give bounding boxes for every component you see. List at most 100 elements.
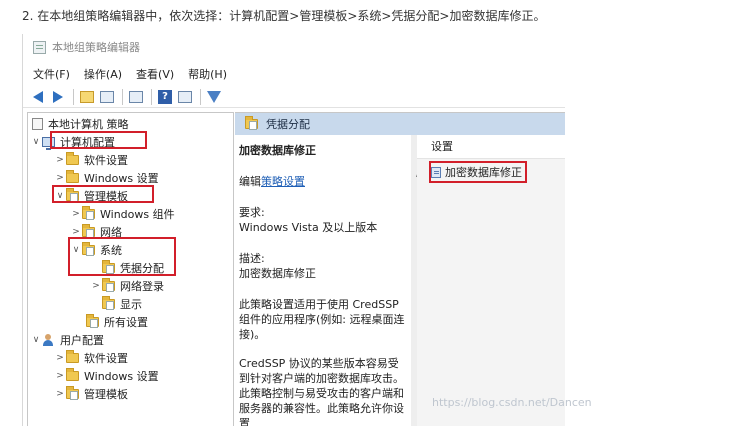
expanded-chevron-icon[interactable]: ∨ (30, 335, 42, 345)
toolbar-separator (151, 88, 152, 105)
expanded-chevron-icon[interactable]: ∨ (70, 245, 82, 255)
back-button[interactable] (29, 88, 47, 106)
filter-button[interactable] (205, 88, 223, 106)
forward-button[interactable] (49, 88, 67, 106)
expanded-chevron-icon[interactable]: ∨ (54, 191, 66, 201)
admin-templates-folder-icon (66, 188, 79, 202)
policy-setting-icon (431, 166, 441, 178)
description-paragraph-1: 此策略设置适用于使用 CredSSP 组件的应用程序(例如: 远程桌面连接)。 (239, 298, 405, 341)
tree-label: 管理模板 (84, 388, 128, 401)
folder-icon (82, 242, 95, 256)
filter-icon (207, 90, 221, 103)
tree-item-user-config[interactable]: ∨ 用户配置 (30, 331, 104, 349)
main-content: 本地计算机 策略 ∨ 计算机配置 > 软件设置 > Windows 设置 ∨ 管… (23, 112, 565, 426)
toolbar-separator (200, 88, 201, 105)
collapsed-chevron-icon[interactable]: > (90, 281, 102, 291)
settings-list: 设置 加密数据库修正 (417, 135, 565, 426)
edit-prefix: 编辑 (239, 175, 261, 188)
folder-icon (102, 260, 115, 274)
tree-item-system[interactable]: ∨ 系统 (70, 241, 122, 259)
requirements-value: Windows Vista 及以上版本 (239, 221, 378, 234)
settings-column-header[interactable]: 设置 (417, 135, 565, 159)
up-folder-button[interactable] (78, 88, 96, 106)
properties-icon (178, 90, 192, 103)
tree-item-windows-settings[interactable]: > Windows 设置 (54, 169, 159, 187)
tree-label: 凭据分配 (120, 262, 164, 275)
tree-label: 所有设置 (104, 316, 148, 329)
collapsed-chevron-icon[interactable]: > (54, 371, 66, 381)
folder-icon (66, 368, 79, 381)
tree-item-network[interactable]: > 网络 (70, 223, 122, 241)
all-settings-icon (86, 314, 99, 328)
menu-view[interactable]: 查看(V) (136, 66, 174, 82)
requirements-label: 要求: (239, 206, 265, 219)
tree-item-display[interactable]: 显示 (90, 295, 142, 313)
detail-pane: 凭据分配 加密数据库修正 编辑策略设置 要求: Windows Vista 及以… (235, 112, 565, 426)
setting-item-label: 加密数据库修正 (445, 166, 522, 179)
show-hide-tree-button[interactable] (98, 88, 116, 106)
export-list-icon (129, 90, 143, 103)
tree-item-windows-components[interactable]: > Windows 组件 (70, 205, 175, 223)
edit-policy-setting-link[interactable]: 策略设置 (261, 175, 305, 188)
toolbar-separator (122, 88, 123, 105)
detail-header: 凭据分配 (235, 113, 565, 135)
menu-action[interactable]: 操作(A) (84, 66, 122, 82)
description-label: 描述: (239, 252, 265, 265)
tree-item-admin-templates[interactable]: ∨ 管理模板 (54, 187, 128, 205)
folder-icon (66, 350, 79, 363)
tree-item-software-settings[interactable]: > 软件设置 (54, 151, 128, 169)
tree-label: 软件设置 (84, 352, 128, 365)
console-tree-icon (100, 90, 114, 103)
policy-document-icon (32, 118, 43, 130)
folder-icon (66, 170, 79, 183)
collapsed-chevron-icon[interactable]: > (70, 209, 82, 219)
tree-item-all-settings[interactable]: 所有设置 (74, 313, 148, 331)
help-button[interactable]: ? (156, 88, 174, 106)
collapsed-chevron-icon[interactable]: > (54, 173, 66, 183)
tree-item-user-admin-templates[interactable]: > 管理模板 (54, 385, 128, 403)
app-icon (33, 40, 46, 54)
tree-label: 用户配置 (60, 334, 104, 347)
forward-arrow-icon (53, 90, 63, 103)
watermark-text: https://blog.csdn.net/Dancen (432, 396, 592, 409)
instruction-text: 2. 在本地组策略编辑器中，依次选择：计算机配置>管理模板>系统>凭据分配>加密… (22, 9, 546, 23)
tree-label: 软件设置 (84, 154, 128, 167)
user-icon (42, 334, 55, 346)
folder-icon (82, 224, 95, 238)
tree-label: 管理模板 (84, 190, 128, 203)
edit-line: 编辑策略设置 (239, 174, 409, 189)
folder-icon (245, 116, 258, 130)
setting-item[interactable]: 加密数据库修正 (431, 163, 522, 181)
collapsed-chevron-icon[interactable]: > (54, 389, 66, 399)
collapsed-chevron-icon[interactable]: > (54, 155, 66, 165)
tree-item-user-windows-settings[interactable]: > Windows 设置 (54, 367, 159, 385)
tree-item-user-software-settings[interactable]: > 软件设置 (54, 349, 128, 367)
folder-icon (66, 386, 79, 400)
toolbar: ? (23, 86, 565, 108)
window-title: 本地组策略编辑器 (52, 41, 140, 54)
title-bar: 本地组策略编辑器 (23, 34, 565, 60)
folder-icon (102, 278, 115, 292)
properties-button[interactable] (176, 88, 194, 106)
tree-label: 显示 (120, 298, 142, 311)
tree-item-root[interactable]: 本地计算机 策略 (32, 115, 129, 133)
tree-item-computer-config[interactable]: ∨ 计算机配置 (30, 133, 115, 151)
back-arrow-icon (33, 90, 43, 103)
help-icon: ? (158, 89, 172, 104)
tree-item-net-logon[interactable]: > 网络登录 (90, 277, 164, 295)
collapsed-chevron-icon[interactable]: > (54, 353, 66, 363)
tree-item-credentials-delegation[interactable]: 凭据分配 (90, 259, 164, 277)
console-tree: 本地计算机 策略 ∨ 计算机配置 > 软件设置 > Windows 设置 ∨ 管… (27, 112, 234, 426)
settings-column-label: 设置 (431, 140, 453, 153)
collapsed-chevron-icon[interactable]: > (70, 227, 82, 237)
detail-header-title: 凭据分配 (266, 118, 310, 131)
export-list-button[interactable] (127, 88, 145, 106)
description-paragraph-2: CredSSP 协议的某些版本容易受到针对客户端的加密数据库攻击。此策略控制与易… (239, 357, 404, 426)
tree-label: 系统 (100, 244, 122, 257)
menu-file[interactable]: 文件(F) (33, 66, 70, 82)
menu-help[interactable]: 帮助(H) (188, 66, 227, 82)
folder-icon (82, 206, 95, 220)
up-folder-icon (80, 90, 94, 103)
menu-bar: 文件(F) 操作(A) 查看(V) 帮助(H) (23, 64, 565, 84)
expanded-chevron-icon[interactable]: ∨ (30, 137, 42, 147)
